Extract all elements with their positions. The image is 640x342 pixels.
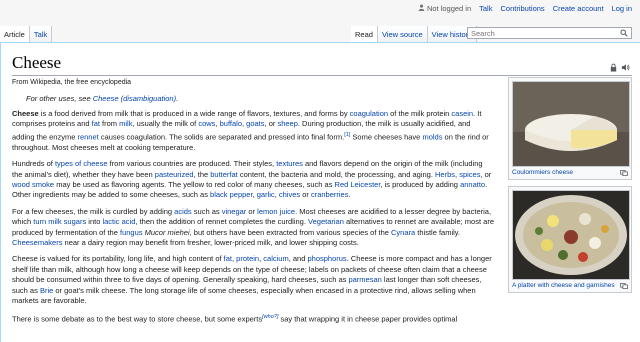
link-fat[interactable]: fat (92, 119, 100, 128)
tab-read[interactable]: Read (351, 26, 378, 43)
link-cynara[interactable]: Cynara (391, 228, 415, 237)
link-parmesan[interactable]: parmesan (348, 275, 381, 284)
link-goats[interactable]: goats (246, 119, 264, 128)
paragraph-types: Hundreds of types of cheese from various… (12, 159, 492, 200)
paragraph-curdling: For a few cheeses, the milk is curdled b… (12, 206, 494, 247)
article-body: Cheese is a food derived from milk that … (12, 109, 494, 325)
link-black-pepper[interactable]: black pepper (210, 190, 253, 199)
link-milk[interactable]: milk (119, 119, 132, 128)
thumbnail-cheese-platter: A platter with cheese and garnishes (508, 186, 632, 293)
paragraph-intro: Cheese is a food derived from milk that … (12, 109, 489, 152)
namespace-tabs: Article Talk (0, 26, 53, 43)
coulommiers-cheese-image[interactable] (512, 81, 630, 167)
log-in-link[interactable]: Log in (612, 4, 632, 13)
link-cheesemakers[interactable]: Cheesemakers (12, 238, 62, 247)
link-calcium[interactable]: calcium (263, 254, 288, 263)
paragraph-portability: Cheese is valued for its portability, lo… (12, 254, 492, 305)
paragraph-storage: There is some debate as to the best way … (12, 314, 458, 324)
link-brie[interactable]: Brie (40, 286, 53, 295)
link-coagulation[interactable]: coagulation (350, 109, 388, 118)
view-tabs: Read View source View history (351, 26, 477, 43)
link-protein[interactable]: protein (236, 254, 259, 263)
enlarge-icon[interactable] (620, 169, 628, 176)
tab-article[interactable]: Article (0, 26, 30, 43)
search-input[interactable] (471, 29, 621, 38)
link-types-of-cheese[interactable]: types of cheese (55, 159, 108, 168)
link-cranberries[interactable]: cranberries (311, 190, 349, 199)
search-icon[interactable] (620, 29, 628, 37)
link-phosphorus[interactable]: phosphorus (307, 254, 346, 263)
page-indicators (609, 59, 630, 77)
audio-speaker-icon[interactable] (621, 59, 630, 77)
link-garlic[interactable]: garlic (257, 190, 275, 199)
link-vinegar[interactable]: vinegar (222, 207, 247, 216)
enlarge-icon[interactable] (620, 282, 628, 289)
not-logged-in-status: Not logged in (418, 4, 471, 13)
cheese-platter-image[interactable] (512, 190, 630, 280)
link-herbs[interactable]: Herbs (435, 170, 455, 179)
contributions-link[interactable]: Contributions (500, 4, 544, 13)
link-acids[interactable]: acids (174, 207, 192, 216)
lock-icon[interactable] (609, 59, 618, 77)
link-fungus[interactable]: fungus (120, 228, 143, 237)
link-sheep[interactable]: sheep (277, 119, 297, 128)
link-spices[interactable]: spices (459, 170, 480, 179)
personal-tools: Not logged in Talk Contributions Create … (418, 4, 632, 13)
link-buffalo[interactable]: buffalo (220, 119, 242, 128)
link-textures[interactable]: textures (276, 159, 303, 168)
caption-coulommiers[interactable]: Coulommiers cheese (512, 169, 573, 176)
link-turn-milk-sugars[interactable]: turn milk sugars (33, 217, 86, 226)
link-pasteurized[interactable]: pasteurized (155, 170, 194, 179)
citation-needed-who[interactable]: [who?] (262, 314, 278, 320)
link-lemon-juice[interactable]: lemon juice (257, 207, 295, 216)
link-wood-smoke[interactable]: wood smoke (12, 180, 54, 189)
link-molds[interactable]: molds (422, 132, 442, 141)
link-fat-2[interactable]: fat (224, 254, 232, 263)
talk-link[interactable]: Talk (479, 4, 492, 13)
link-rennet[interactable]: rennet (77, 132, 98, 141)
tab-view-source[interactable]: View source (377, 26, 428, 43)
search-box (467, 27, 632, 39)
caption-cheese-platter[interactable]: A platter with cheese and garnishes (512, 282, 615, 289)
page-title: Cheese (12, 53, 632, 76)
link-red-leicester[interactable]: Red Leicester (335, 180, 381, 189)
user-icon (418, 4, 425, 11)
link-lactic-acid[interactable]: lactic acid (102, 217, 135, 226)
disambiguation-link[interactable]: Cheese (disambiguation) (93, 94, 176, 103)
tab-talk[interactable]: Talk (29, 26, 53, 43)
thumbnail-coulommiers: Coulommiers cheese (508, 77, 632, 180)
link-vegetarian[interactable]: Vegetarian (308, 217, 344, 226)
create-account-link[interactable]: Create account (553, 4, 604, 13)
link-cows[interactable]: cows (198, 119, 215, 128)
link-annatto[interactable]: annatto (460, 180, 485, 189)
link-casein[interactable]: casein (451, 109, 473, 118)
link-butterfat[interactable]: butterfat (210, 170, 238, 179)
link-chives[interactable]: chives (279, 190, 300, 199)
